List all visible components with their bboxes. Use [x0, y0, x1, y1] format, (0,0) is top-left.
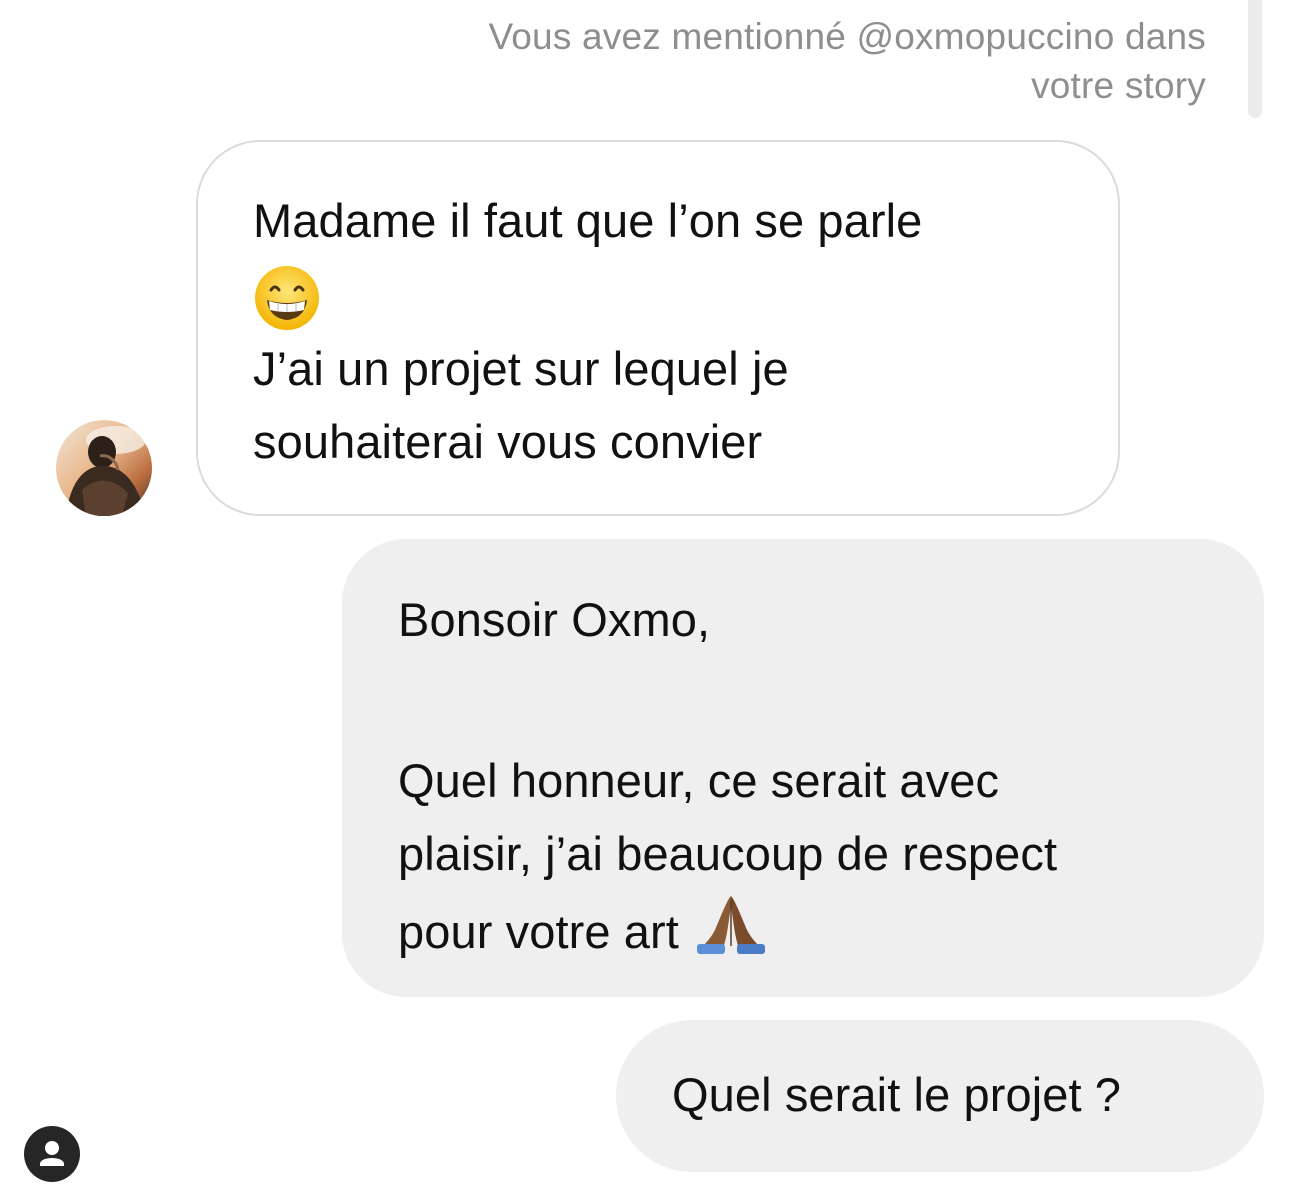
- message-text-line-with-emoji: pour votre art: [398, 890, 1224, 968]
- sent-message-bubble[interactable]: Quel serait le projet ?: [616, 1020, 1264, 1172]
- message-text-line: souhaiterai vous convier: [253, 414, 763, 468]
- message-text-line: Madame il faut que l’on se parle: [253, 194, 923, 247]
- grinning-face-icon: [253, 257, 1078, 332]
- received-message-bubble[interactable]: Madame il faut que l’on se parle J’ai un…: [196, 140, 1120, 516]
- message-text-line: J’ai un projet sur lequel je: [253, 341, 789, 395]
- message-text: pour votre art: [398, 905, 679, 958]
- sent-message-bubble[interactable]: Bonsoir Oxmo, Quel honneur, ce serait av…: [342, 539, 1264, 997]
- message-text-line: Quel honneur, ce serait avec: [398, 754, 1000, 807]
- contact-avatar[interactable]: [56, 420, 152, 516]
- story-mention-line-1: Vous avez mentionné @oxmopuccino dans: [488, 16, 1206, 57]
- story-mention-line-2: votre story: [1031, 65, 1206, 106]
- message-text-line: Bonsoir Oxmo,: [398, 593, 711, 646]
- story-mention-note: Vous avez mentionné @oxmopuccino dans vo…: [306, 12, 1206, 110]
- scrollbar[interactable]: [1248, 0, 1262, 118]
- message-text-line: Quel serait le projet ?: [672, 1068, 1122, 1121]
- profile-user-icon[interactable]: [24, 1126, 80, 1182]
- folded-hands-icon: [696, 896, 765, 954]
- message-text-line: plaisir, j’ai beaucoup de respect: [398, 827, 1058, 880]
